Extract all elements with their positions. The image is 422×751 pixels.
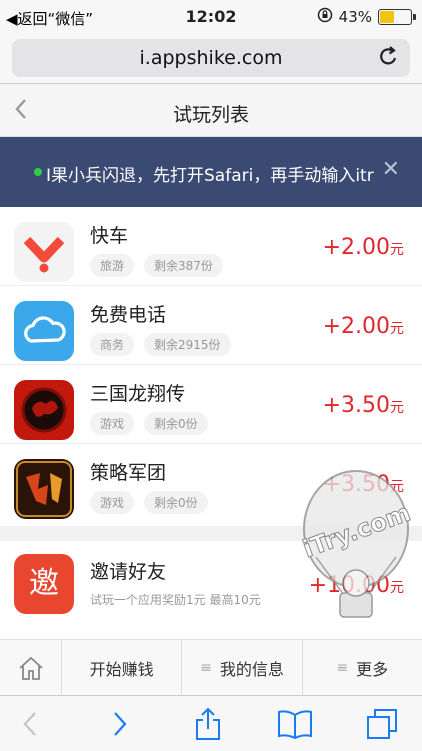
battery-icon [378,9,416,25]
share-button[interactable] [188,706,228,742]
forward-arrow-icon [114,712,127,736]
list-item[interactable]: 免费电话 商务 剩余2915份 +2.00元 [0,286,422,365]
list-item[interactable]: 三国龙翔传 游戏 剩余0份 +3.50元 [0,365,422,444]
invite-description: 试玩一个应用奖励1元 最高10元 [90,593,261,607]
page-title: 试玩列表 [172,104,249,126]
tab-more[interactable]: ≡ 更多 [303,640,422,695]
tab-label: 更多 [356,659,389,679]
invite-icon: 邀 [14,554,74,614]
status-dot-icon [34,168,42,176]
reward-amount: +3.50元 [323,393,404,418]
address-bar[interactable]: i.appshike.com [12,39,410,77]
remaining-tag: 剩余387份 [144,254,223,277]
strategy-game-app-icon [14,459,74,519]
menu-lines-icon: ≡ [200,659,212,676]
browser-forward-button[interactable] [100,706,140,742]
task-name: 三国龙翔传 [90,383,186,405]
rotation-lock-icon [317,7,333,27]
app-bottom-tabs: 开始赚钱 ≡ 我的信息 ≡ 更多 [0,639,422,695]
notice-banner: I果小兵闪退，先打开Safari，再手动输入itr ✕ [0,137,422,207]
reward-value: +2.00 [322,235,390,260]
status-bar: ◀返回“微信” 12:02 43% [0,0,422,34]
tab-my-info[interactable]: ≡ 我的信息 [182,640,303,695]
category-tag: 商务 [90,333,135,356]
menu-lines-icon: ≡ [336,659,349,676]
task-tags: 游戏 剩余0份 [90,491,208,514]
battery-fill [380,11,394,23]
bookmarks-icon [278,710,312,739]
kuaiche-app-icon [14,222,74,282]
category-tag: 旅游 [90,254,135,277]
tab-label: 开始赚钱 [89,659,154,679]
status-right: 43% [317,7,416,27]
sanguo-game-app-icon [14,380,74,440]
reward-amount: +2.00元 [323,235,404,260]
tabs-icon [367,709,397,739]
itry-watermark: iTry.com [296,467,416,627]
task-tags: 游戏 剩余0份 [90,412,208,435]
category-tag: 游戏 [90,491,135,514]
task-name: 快车 [90,225,129,247]
task-tags: 商务 剩余2915份 [90,333,231,356]
tab-label: 我的信息 [219,659,284,679]
reload-icon[interactable] [378,45,400,75]
task-name: 免费电话 [90,304,167,326]
bookmarks-button[interactable] [275,706,315,742]
home-icon [18,656,43,680]
task-tags: 旅游 剩余387份 [90,254,223,277]
browser-toolbar [0,695,422,751]
invite-title: 邀请好友 [90,561,167,583]
remaining-tag: 剩余0份 [144,412,208,435]
tab-start-earning[interactable]: 开始赚钱 [62,640,183,695]
task-name: 策略军团 [90,462,167,484]
reward-unit: 元 [390,400,404,416]
battery-percent: 43% [338,8,372,26]
reward-value: +2.00 [322,314,390,339]
reward-amount: +2.00元 [323,314,404,339]
home-tab[interactable] [0,640,62,695]
back-arrow-icon [23,712,36,736]
url-text[interactable]: i.appshike.com [12,47,410,69]
tabs-button[interactable] [362,706,402,742]
reward-unit: 元 [390,242,404,258]
close-icon[interactable]: ✕ [382,157,400,182]
remaining-tag: 剩余0份 [144,491,208,514]
browser-back-button[interactable] [10,706,50,742]
cloud-phone-app-icon [14,301,74,361]
notice-text: I果小兵闪退，先打开Safari，再手动输入itr [46,166,374,186]
browser-address-area: i.appshike.com [0,34,422,84]
share-icon [196,707,220,740]
category-tag: 游戏 [90,412,135,435]
remaining-tag: 剩余2915份 [144,333,231,356]
page-header: 试玩列表 [0,85,422,137]
reward-unit: 元 [390,321,404,337]
list-item[interactable]: 快车 旅游 剩余387份 +2.00元 [0,207,422,286]
reward-value: +3.50 [322,393,390,418]
